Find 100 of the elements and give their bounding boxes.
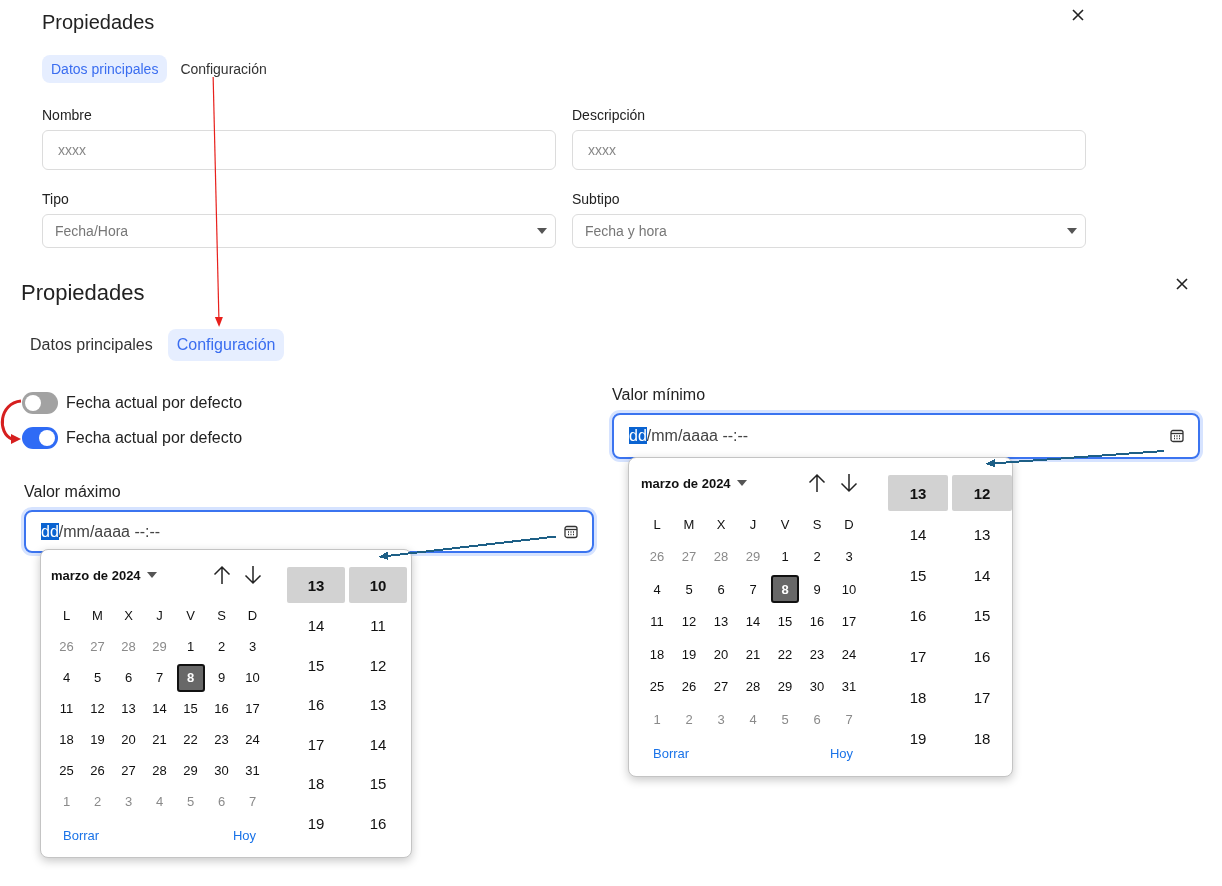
day-cell[interactable]: 15 [176,694,205,723]
date-segment[interactable]: dd [629,427,647,444]
date-field[interactable]: dd/mm/aaaa --:-- [612,413,1200,459]
text-field[interactable]: xxxx [572,130,1086,170]
calendar-icon[interactable] [1170,429,1184,443]
tab[interactable]: Configuración [171,55,276,83]
day-cell[interactable]: 27 [707,672,735,701]
link-button[interactable]: Borrar [653,746,690,761]
minute-option[interactable]: 17 [952,677,1012,718]
day-cell[interactable]: 8 [176,663,205,692]
day-cell[interactable]: 3 [238,632,267,661]
minute-option[interactable]: 10 [349,567,407,603]
minute-option[interactable]: 12 [349,645,407,685]
hour-option[interactable]: 16 [287,685,345,725]
day-cell[interactable]: 1 [176,632,205,661]
day-cell[interactable]: 22 [771,640,799,669]
month-dropdown[interactable]: marzo de 2024 [51,567,157,583]
date-field[interactable]: dd/mm/aaaa --:-- [24,510,594,553]
day-cell[interactable]: 26 [643,542,671,571]
day-cell[interactable]: 7 [145,663,174,692]
day-cell[interactable]: 8 [771,575,799,604]
day-cell[interactable]: 29 [771,672,799,701]
day-cell[interactable]: 28 [145,756,174,785]
close-icon[interactable] [1176,278,1188,290]
day-cell[interactable]: 11 [643,607,671,636]
day-cell[interactable]: 5 [675,575,703,604]
day-cell[interactable]: 3 [707,705,735,734]
day-cell[interactable]: 18 [643,640,671,669]
day-cell[interactable]: 31 [238,756,267,785]
close-icon[interactable] [1072,9,1084,21]
day-cell[interactable]: 25 [643,672,671,701]
day-cell[interactable]: 14 [145,694,174,723]
hour-option[interactable]: 17 [287,724,345,764]
day-cell[interactable]: 5 [176,787,205,816]
select-field[interactable]: Fecha y hora [572,214,1086,248]
day-cell[interactable]: 6 [207,787,236,816]
day-cell[interactable]: 2 [803,542,831,571]
day-cell[interactable]: 22 [176,725,205,754]
hour-option[interactable]: 14 [888,514,948,555]
day-cell[interactable]: 3 [835,542,863,571]
day-cell[interactable]: 1 [771,542,799,571]
day-cell[interactable]: 9 [803,575,831,604]
day-cell[interactable]: 3 [114,787,143,816]
minute-option[interactable]: 13 [952,514,1012,555]
day-cell[interactable]: 31 [835,672,863,701]
hour-option[interactable]: 17 [888,636,948,678]
day-cell[interactable]: 17 [238,694,267,723]
day-cell[interactable]: 13 [707,607,735,636]
day-cell[interactable]: 5 [83,663,112,692]
hour-option[interactable]: 19 [287,803,345,843]
tab[interactable]: Configuración [167,329,285,361]
day-cell[interactable]: 16 [803,607,831,636]
minute-option[interactable]: 16 [349,803,407,843]
day-cell[interactable]: 24 [835,640,863,669]
month-dropdown[interactable]: marzo de 2024 [641,475,747,491]
hour-option[interactable]: 15 [888,554,948,596]
hour-option[interactable]: 13 [287,567,345,603]
tab[interactable]: Datos principales [21,329,162,361]
day-cell[interactable]: 2 [675,705,703,734]
day-cell[interactable]: 21 [145,725,174,754]
toggle-switch[interactable] [22,427,58,449]
day-cell[interactable]: 16 [207,694,236,723]
day-cell[interactable]: 10 [835,575,863,604]
tab[interactable]: Datos principales [42,55,168,83]
minute-option[interactable]: 16 [952,636,1012,678]
hour-option[interactable]: 18 [888,677,948,718]
day-cell[interactable]: 4 [52,663,81,692]
day-cell[interactable]: 14 [739,607,767,636]
day-cell[interactable]: 29 [145,632,174,661]
hour-option[interactable]: 18 [287,764,345,804]
day-cell[interactable]: 28 [739,672,767,701]
day-cell[interactable]: 27 [114,756,143,785]
minute-option[interactable]: 14 [952,554,1012,596]
day-cell[interactable]: 6 [803,705,831,734]
minute-option[interactable]: 15 [952,595,1012,637]
calendar-icon[interactable] [564,524,578,539]
text-field[interactable]: xxxx [42,130,556,170]
day-cell[interactable]: 20 [707,640,735,669]
day-cell[interactable]: 12 [83,694,112,723]
day-cell[interactable]: 30 [207,756,236,785]
day-cell[interactable]: 29 [176,756,205,785]
hour-option[interactable]: 16 [888,595,948,637]
minute-option[interactable]: 13 [349,685,407,725]
minute-option[interactable]: 15 [349,764,407,804]
day-cell[interactable]: 4 [643,575,671,604]
day-cell[interactable]: 25 [52,756,81,785]
day-cell[interactable]: 17 [835,607,863,636]
day-cell[interactable]: 15 [771,607,799,636]
minute-option[interactable]: 14 [349,724,407,764]
day-cell[interactable]: 4 [739,705,767,734]
minute-option[interactable]: 18 [952,718,1012,759]
date-segment[interactable]: dd [41,522,59,540]
date-segment[interactable]: /mm/aaaa --:-- [646,427,749,444]
hour-option[interactable]: 14 [287,606,345,646]
day-cell[interactable]: 1 [643,705,671,734]
day-cell[interactable]: 23 [207,725,236,754]
day-cell[interactable]: 28 [707,542,735,571]
day-cell[interactable]: 28 [114,632,143,661]
link-button[interactable]: Hoy [232,827,256,843]
link-button[interactable]: Hoy [829,746,853,761]
